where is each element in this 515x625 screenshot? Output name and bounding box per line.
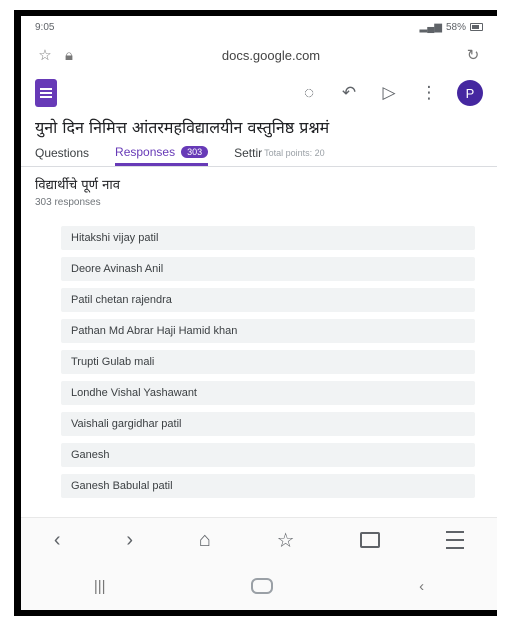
more-vert-icon[interactable]: ⋮ xyxy=(409,83,449,103)
answer-item: Trupti Gulab mali xyxy=(61,350,475,374)
forms-toolbar: ◌ ↶ ▷ ⋮ P xyxy=(21,72,497,114)
answer-item: Deore Avinash Anil xyxy=(61,257,475,281)
form-tabs: Questions Responses 303 Settir Total poi… xyxy=(21,138,497,167)
answer-list: Hitakshi vijay patil Deore Avinash Anil … xyxy=(61,226,475,498)
browser-bottom-nav: ‹ › ⌂ ☆ xyxy=(21,517,497,562)
tab-responses[interactable]: Responses 303 xyxy=(115,139,209,166)
forward-arrow-icon[interactable]: › xyxy=(126,529,133,552)
avatar[interactable]: P xyxy=(457,80,483,106)
answer-item: Patil chetan rajendra xyxy=(61,288,475,312)
total-points: Total points: 20 xyxy=(264,148,325,158)
bookmark-star-icon[interactable]: ☆ xyxy=(277,528,295,553)
response-count-badge: 303 xyxy=(181,146,209,158)
phone-screen: 9:05 ▂▄▆ 58% ☆ 🔒︎ docs.google.com ↻ ◌ ↶ … xyxy=(21,16,497,610)
browser-url-bar: ☆ 🔒︎ docs.google.com ↻ xyxy=(21,38,497,72)
google-forms-logo[interactable] xyxy=(35,79,57,107)
undo-icon[interactable]: ↶ xyxy=(329,83,369,103)
recent-apps-icon[interactable]: ||| xyxy=(94,578,106,595)
home-icon[interactable]: ⌂ xyxy=(199,529,211,552)
answer-item: Ganesh Babulal patil xyxy=(61,474,475,498)
tab-questions[interactable]: Questions xyxy=(35,140,89,166)
answer-item: Hitakshi vijay patil xyxy=(61,226,475,250)
question-summary: विद्यार्थीचे पूर्ण नाव 303 responses xyxy=(21,167,497,208)
tab-responses-label: Responses xyxy=(115,145,176,159)
battery-percent: 58% xyxy=(445,21,466,33)
url-text[interactable]: docs.google.com xyxy=(81,48,461,63)
question-title: विद्यार्थीचे पूर्ण नाव xyxy=(35,178,120,193)
status-indicators: ▂▄▆ 58% xyxy=(420,22,483,33)
answer-item: Londhe Vishal Yashawant xyxy=(61,381,475,405)
answer-item: Vaishali gargidhar patil xyxy=(61,412,475,436)
system-back-icon[interactable]: ‹ xyxy=(419,578,424,595)
palette-icon[interactable]: ◌ xyxy=(289,83,329,103)
tab-settings[interactable]: Settir xyxy=(234,140,262,166)
tabs-icon[interactable] xyxy=(360,532,381,548)
refresh-icon[interactable]: ↻ xyxy=(461,46,485,64)
system-home-icon[interactable] xyxy=(251,578,274,594)
status-bar: 9:05 ▂▄▆ 58% xyxy=(21,16,497,38)
form-title: युनो दिन निमित्त आंतरमहविद्यालयीन वस्तुन… xyxy=(35,118,330,137)
status-time: 9:05 xyxy=(35,21,55,33)
star-icon[interactable]: ☆ xyxy=(33,46,57,64)
menu-icon[interactable] xyxy=(446,531,465,549)
lock-icon[interactable]: 🔒︎ xyxy=(57,47,81,64)
back-arrow-icon[interactable]: ‹ xyxy=(54,529,61,552)
signal-icon: ▂▄▆ xyxy=(419,21,442,33)
answer-item: Pathan Md Abrar Haji Hamid khan xyxy=(61,319,475,343)
battery-icon xyxy=(470,23,483,31)
question-response-count: 303 responses xyxy=(35,197,101,208)
answer-item: Ganesh xyxy=(61,443,475,467)
system-nav-bar: ||| ‹ xyxy=(21,562,497,610)
send-icon[interactable]: ▷ xyxy=(369,83,409,103)
